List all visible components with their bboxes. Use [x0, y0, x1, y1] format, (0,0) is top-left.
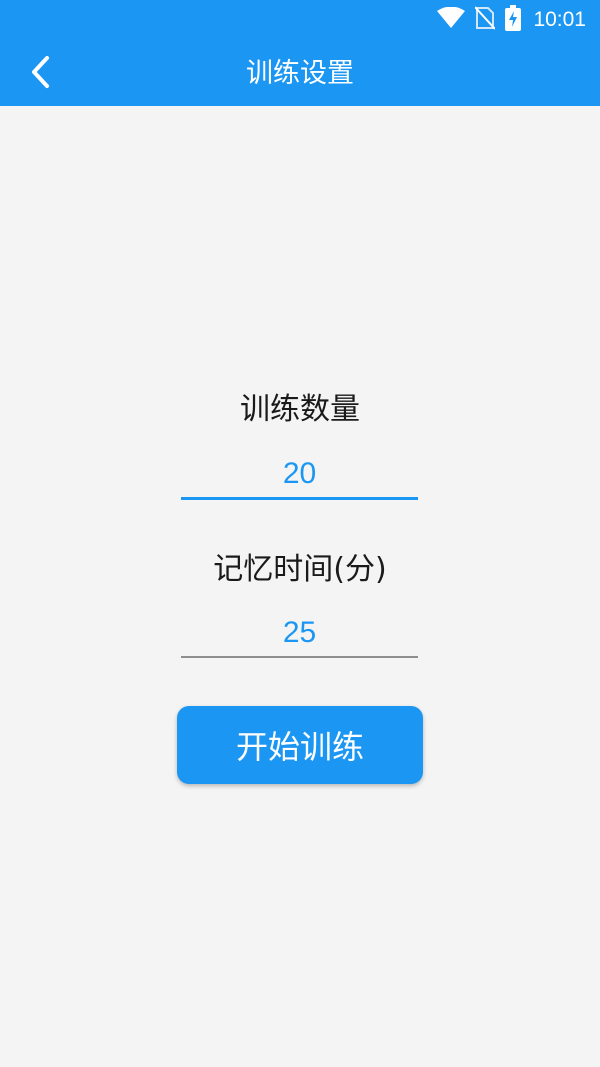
- no-sim-icon: [474, 6, 497, 34]
- status-icons: 10:01: [427, 5, 586, 35]
- battery-charging-icon: [505, 5, 522, 35]
- training-count-label: 训练数量: [240, 392, 360, 427]
- app-bar: 训练设置: [0, 40, 600, 106]
- training-count-input[interactable]: [181, 451, 418, 500]
- start-training-button[interactable]: 开始训练: [177, 706, 423, 784]
- memory-time-input[interactable]: [181, 610, 418, 658]
- wifi-icon: [437, 6, 466, 33]
- status-bar: 10:01: [0, 0, 600, 40]
- memory-time-label: 记忆时间(分): [213, 552, 387, 587]
- top-bar: 10:01 训练设置: [0, 0, 600, 106]
- status-time: 10:01: [533, 8, 586, 31]
- page-title: 训练设置: [246, 58, 354, 89]
